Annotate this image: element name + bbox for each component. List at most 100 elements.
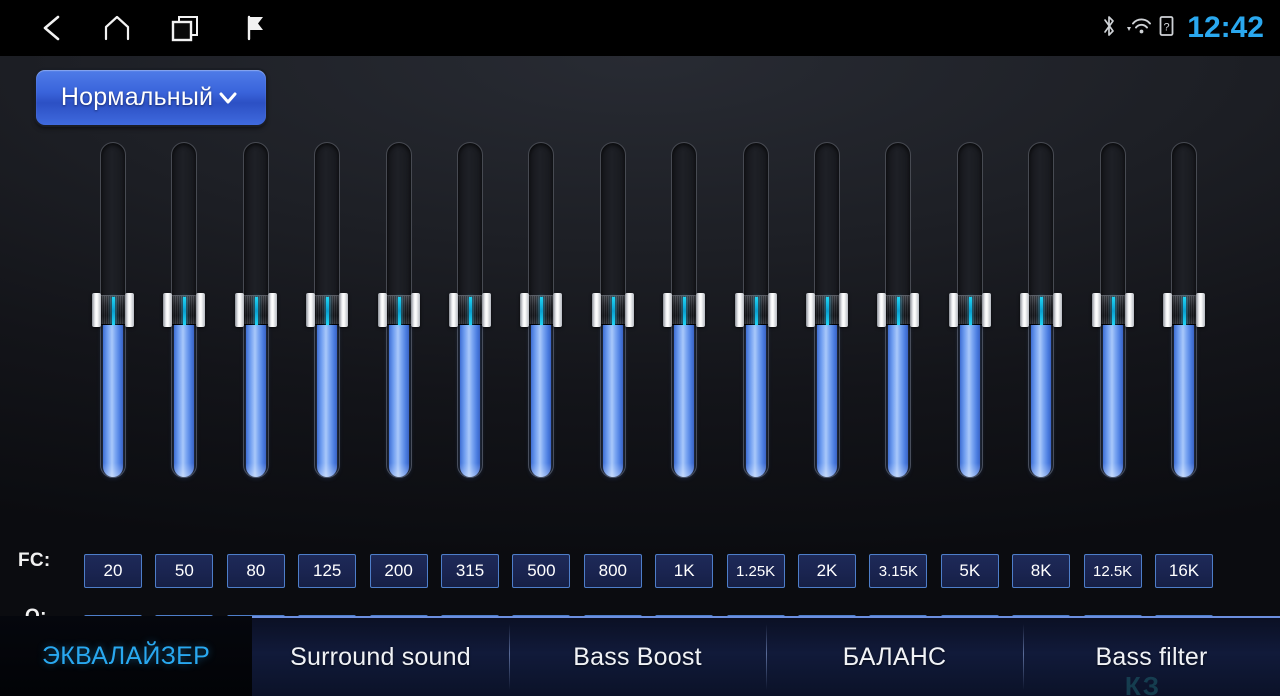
eq-thumb-grip-left — [92, 293, 101, 327]
eq-slider-thumb[interactable] — [234, 293, 277, 327]
wifi-icon — [1124, 14, 1152, 43]
eq-thumb-grip-left — [163, 293, 173, 327]
tab-equalizer-label: ЭКВАЛАЙЗЕР — [41, 641, 211, 670]
eq-thumb-core — [1171, 295, 1197, 325]
eq-slider-800[interactable] — [591, 142, 634, 478]
eq-slider-20[interactable] — [92, 142, 134, 478]
tab-bass-filter[interactable]: Bass filter — [1023, 618, 1280, 696]
eq-thumb-grip-right — [767, 293, 777, 327]
eq-slider-3.15k[interactable] — [877, 142, 920, 478]
eq-slider-16k[interactable] — [1163, 142, 1205, 478]
fc-value-125[interactable]: 125 — [298, 554, 357, 588]
fc-value-500[interactable]: 500 — [512, 554, 571, 588]
eq-thumb-grip-left — [377, 293, 387, 327]
eq-thumb-grip-right — [267, 293, 277, 327]
eq-slider-5k[interactable] — [948, 142, 991, 478]
clock: 12:42 — [1187, 11, 1264, 44]
eq-slider-thumb[interactable] — [520, 293, 563, 327]
tab-label: Surround sound — [290, 642, 471, 671]
eq-slider-50[interactable] — [163, 142, 206, 478]
eq-slider-12.5k[interactable] — [1091, 142, 1134, 478]
eq-slider-fill — [674, 311, 695, 477]
fc-value-2k[interactable]: 2K — [798, 554, 856, 588]
eq-slider-thumb[interactable] — [948, 293, 991, 327]
eq-slider-fill — [1102, 311, 1123, 477]
recents-button[interactable] — [150, 0, 220, 56]
eq-thumb-grip-left — [1020, 293, 1030, 327]
fc-value-20[interactable]: 20 — [84, 554, 142, 588]
eq-slider-200[interactable] — [377, 142, 420, 478]
fc-value-16k[interactable]: 16K — [1155, 554, 1213, 588]
eq-slider-thumb[interactable] — [1163, 293, 1205, 327]
eq-thumb-core — [528, 295, 555, 325]
eq-thumb-core — [742, 295, 769, 325]
fc-value-50[interactable]: 50 — [155, 554, 214, 588]
eq-slider-8k[interactable] — [1020, 142, 1063, 478]
back-button[interactable] — [20, 0, 84, 56]
eq-slider-thumb[interactable] — [1091, 293, 1134, 327]
eq-slider-thumb[interactable] — [1020, 293, 1063, 327]
eq-slider-thumb[interactable] — [92, 293, 134, 327]
eq-thumb-grip-right — [553, 293, 563, 327]
eq-slider-thumb[interactable] — [591, 293, 634, 327]
eq-slider-thumb[interactable] — [306, 293, 349, 327]
eq-slider-1.25k[interactable] — [734, 142, 777, 478]
fc-value-1.25k[interactable]: 1.25K — [726, 554, 785, 588]
eq-thumb-grip-right — [196, 293, 206, 327]
eq-thumb-grip-left — [591, 293, 601, 327]
eq-slider-500[interactable] — [520, 142, 563, 478]
eq-thumb-grip-right — [1124, 293, 1134, 327]
fc-value-315[interactable]: 315 — [441, 554, 499, 588]
fc-value-200[interactable]: 200 — [369, 554, 428, 588]
eq-slider-thumb[interactable] — [663, 293, 706, 327]
fc-value-3.15k[interactable]: 3.15K — [869, 554, 928, 588]
eq-slider-fill — [103, 311, 123, 477]
fc-value-80[interactable]: 80 — [226, 554, 285, 588]
eq-thumb-grip-left — [806, 293, 815, 327]
eq-slider-fill — [460, 311, 480, 477]
eq-thumb-grip-left — [1163, 293, 1172, 327]
eq-slider-80[interactable] — [234, 142, 277, 478]
status-indicators: ? 12:42 — [1101, 0, 1264, 56]
eq-thumb-grip-right — [1196, 293, 1205, 327]
flag-button[interactable] — [220, 0, 290, 56]
home-button[interactable] — [84, 0, 150, 56]
fc-value-5k[interactable]: 5K — [940, 554, 999, 588]
eq-thumb-indicator — [1111, 297, 1115, 325]
eq-slider-thumb[interactable] — [877, 293, 920, 327]
eq-thumb-core — [671, 295, 698, 325]
eq-thumb-indicator — [397, 297, 401, 325]
svg-text:?: ? — [1164, 21, 1170, 33]
eq-thumb-core — [314, 295, 341, 325]
fc-value-8k[interactable]: 8K — [1012, 554, 1071, 588]
eq-thumb-grip-left — [734, 293, 744, 327]
tab-label: Bass filter — [1095, 642, 1208, 671]
tab-surround-sound[interactable]: Surround sound — [252, 618, 509, 696]
fc-value-800[interactable]: 800 — [583, 554, 642, 588]
eq-slider-315[interactable] — [449, 142, 491, 478]
eq-slider-fill — [531, 311, 552, 477]
tab-баланс[interactable]: БАЛАНС — [766, 618, 1023, 696]
eq-thumb-grip-right — [125, 293, 134, 327]
eq-thumb-grip-right — [839, 293, 848, 327]
eq-slider-1k[interactable] — [663, 142, 706, 478]
eq-slider-thumb[interactable] — [806, 293, 848, 327]
eq-slider-thumb[interactable] — [449, 293, 491, 327]
eq-slider-fill — [745, 311, 766, 477]
eq-slider-fill — [888, 311, 909, 477]
eq-thumb-core — [100, 295, 126, 325]
eq-slider-2k[interactable] — [806, 142, 848, 478]
eq-slider-125[interactable] — [306, 142, 349, 478]
eq-slider-thumb[interactable] — [377, 293, 420, 327]
eq-slider-thumb[interactable] — [734, 293, 777, 327]
tab-bass-boost[interactable]: Bass Boost — [509, 618, 766, 696]
fc-value-1k[interactable]: 1K — [655, 554, 714, 588]
tab-equalizer[interactable]: ЭКВАЛАЙЗЕР — [0, 616, 252, 696]
status-bar: ? 12:42 — [0, 0, 1280, 56]
eq-thumb-grip-right — [1053, 293, 1063, 327]
fc-value-12.5k[interactable]: 12.5K — [1083, 554, 1142, 588]
eq-slider-fill — [174, 311, 195, 477]
eq-thumb-core — [956, 295, 983, 325]
eq-slider-thumb[interactable] — [163, 293, 206, 327]
eq-thumb-grip-left — [663, 293, 673, 327]
